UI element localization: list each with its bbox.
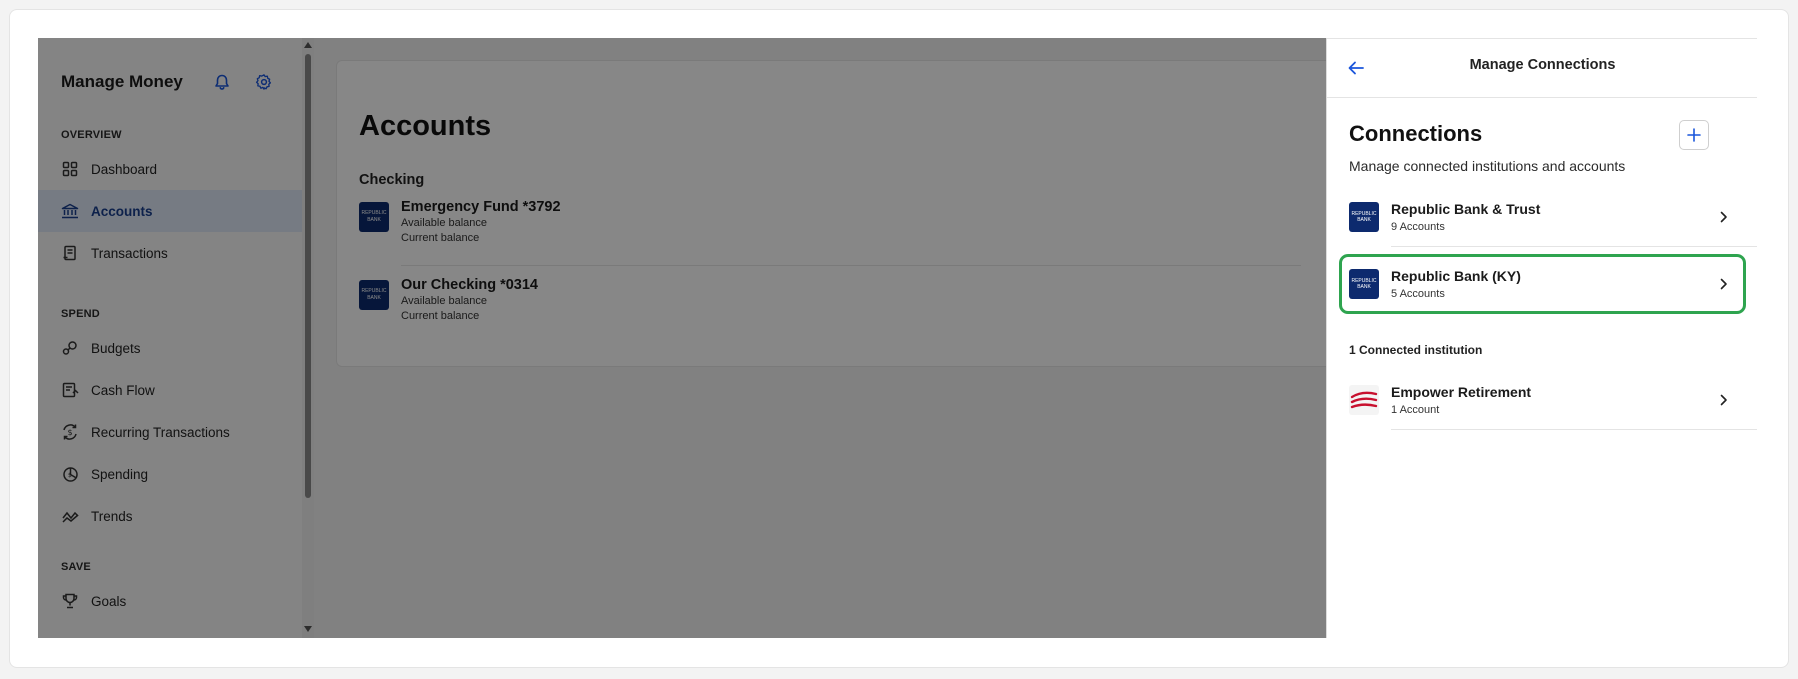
panel-header: Manage Connections	[1327, 38, 1757, 98]
back-arrow-icon[interactable]	[1345, 57, 1367, 79]
panel-header-title: Manage Connections	[1469, 57, 1616, 73]
divider	[1391, 429, 1757, 430]
institution-name: Empower Retirement	[1391, 384, 1532, 400]
chevron-right-icon	[1717, 209, 1731, 225]
chevron-right-icon	[1717, 392, 1731, 408]
connected-institution-label: 1 Connected institution	[1349, 343, 1483, 357]
institution-row-republic-bank-trust[interactable]: REPUBLIC BANK Republic Bank & Trust 9 Ac…	[1327, 187, 1757, 247]
add-connection-button[interactable]	[1679, 120, 1709, 150]
divider	[1391, 246, 1757, 247]
plus-icon	[1687, 128, 1701, 142]
institution-name: Republic Bank & Trust	[1391, 201, 1541, 217]
selected-highlight	[1339, 254, 1746, 314]
modal-overlay[interactable]	[38, 38, 1326, 638]
empower-logo	[1349, 385, 1379, 415]
republic-bank-logo: REPUBLIC BANK	[1349, 202, 1379, 232]
connections-title: Connections	[1349, 121, 1483, 146]
institution-account-count: 9 Accounts	[1391, 221, 1445, 233]
institution-account-count: 1 Account	[1391, 404, 1440, 416]
connections-subtitle: Manage connected institutions and accoun…	[1349, 158, 1626, 174]
manage-connections-panel: Manage Connections Connections Manage co…	[1326, 38, 1757, 638]
institution-row-empower-retirement[interactable]: Empower Retirement 1 Account	[1327, 370, 1757, 430]
app: Manage Money OVERVIEW Dashboard Accounts	[38, 38, 1757, 638]
